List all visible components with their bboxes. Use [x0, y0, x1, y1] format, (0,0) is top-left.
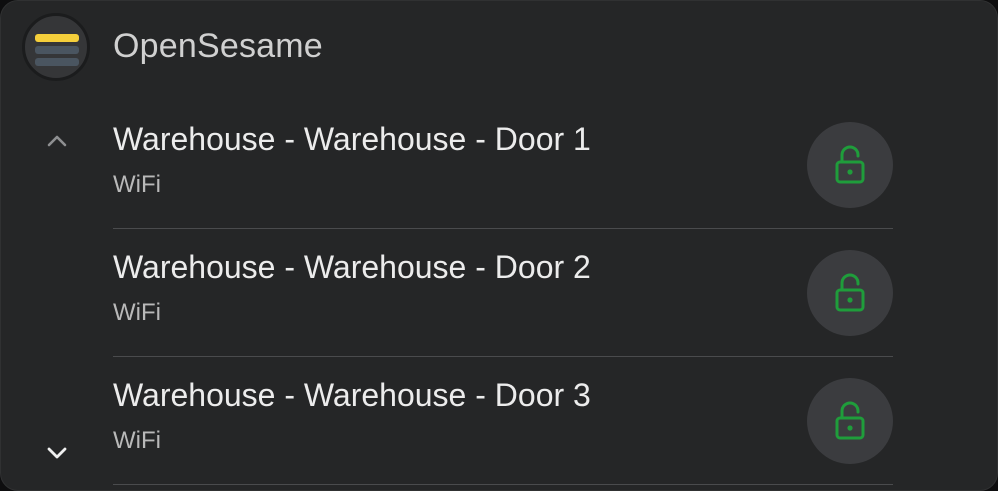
logo-bar-slate: [35, 46, 79, 54]
unlock-button[interactable]: [807, 378, 893, 464]
door-connection-type: WiFi: [113, 299, 161, 326]
chevron-down-icon: [47, 447, 67, 459]
unlock-button[interactable]: [807, 122, 893, 208]
scroll-up-button[interactable]: [41, 125, 73, 157]
door-row[interactable]: Warehouse - Warehouse - Door 2 WiFi: [113, 229, 893, 357]
door-row[interactable]: Warehouse - Warehouse - Door 1 WiFi: [113, 101, 893, 229]
door-row[interactable]: Warehouse - Warehouse - Door 3 WiFi: [113, 357, 893, 485]
unlock-icon: [835, 273, 865, 312]
scroll-down-button[interactable]: [41, 437, 73, 469]
door-name: Warehouse - Warehouse - Door 3: [113, 377, 591, 413]
app-title: OpenSesame: [113, 27, 323, 65]
widget-header: OpenSesame: [1, 1, 997, 93]
door-name: Warehouse - Warehouse - Door 1: [113, 121, 591, 157]
door-list: Warehouse - Warehouse - Door 1 WiFi Ware…: [113, 101, 893, 485]
opensesame-widget: OpenSesame Warehouse - Warehouse - Door …: [0, 0, 998, 491]
unlock-icon: [835, 401, 865, 440]
logo-bar-yellow: [35, 34, 79, 42]
logo-bar-slate: [35, 58, 79, 66]
app-logo-icon[interactable]: [22, 13, 90, 81]
unlock-button[interactable]: [807, 250, 893, 336]
unlock-icon: [835, 145, 865, 184]
door-connection-type: WiFi: [113, 171, 161, 198]
chevron-up-icon: [47, 135, 67, 147]
door-name: Warehouse - Warehouse - Door 2: [113, 249, 591, 285]
door-connection-type: WiFi: [113, 427, 161, 454]
